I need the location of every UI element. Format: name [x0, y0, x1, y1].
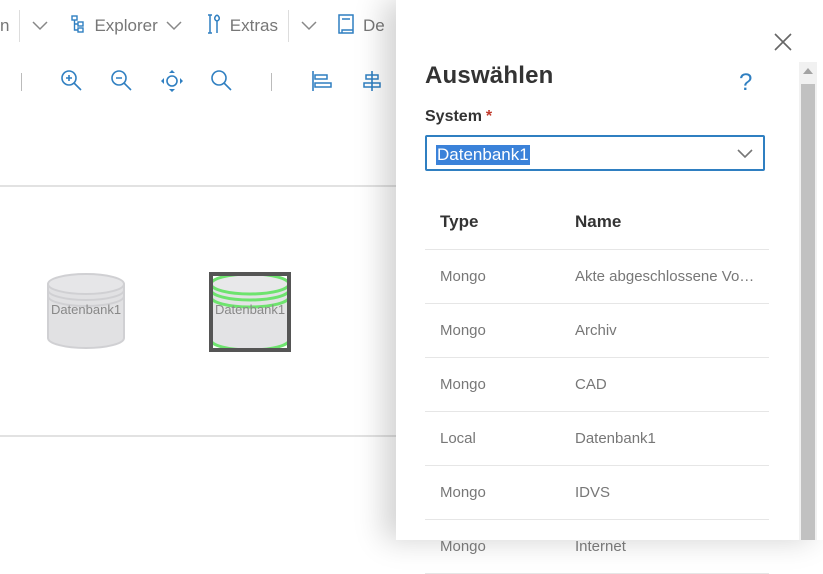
menu-explorer-label: Explorer [94, 16, 158, 35]
cell-type: Mongo [440, 376, 486, 393]
align-center-icon[interactable] [359, 68, 385, 94]
cell-type: Mongo [440, 268, 486, 285]
cell-name: IDVS [575, 484, 611, 501]
table-row[interactable]: Mongo CAD [425, 358, 769, 412]
system-field-label: System * [425, 108, 492, 126]
toolbar-separator [21, 73, 22, 91]
scrollbar-thumb[interactable] [801, 84, 815, 540]
table-header: Type Name [425, 195, 769, 250]
zoom-out-icon[interactable] [109, 68, 135, 94]
cell-type: Mongo [440, 538, 486, 555]
node-label: Datenbank1 [50, 302, 122, 317]
cell-name: Datenbank1 [575, 430, 656, 447]
scroll-up-arrow-icon[interactable] [803, 68, 813, 74]
column-header-name[interactable]: Name [575, 212, 769, 232]
search-icon[interactable] [209, 68, 235, 94]
required-marker: * [485, 108, 493, 125]
database-node-selected[interactable]: Datenbank1 [207, 270, 293, 356]
align-left-icon[interactable] [309, 68, 335, 94]
menu-explorer[interactable]: Explorer [70, 14, 182, 39]
table-row[interactable]: Mongo IDVS [425, 466, 769, 520]
panel-title: Auswählen [425, 62, 554, 89]
menu-item-partial[interactable]: n [0, 16, 9, 36]
cell-name: Akte abgeschlossene Vorgänge [575, 268, 769, 285]
cell-name: Internet [575, 538, 626, 555]
canvas-border-top [0, 185, 430, 187]
toolbar-separator [271, 73, 272, 91]
cell-type: Local [440, 430, 476, 447]
cell-name: CAD [575, 376, 607, 393]
cell-name: Archiv [575, 322, 617, 339]
menu-de-label: De [362, 16, 385, 35]
help-icon[interactable]: ? [739, 69, 752, 97]
zoom-in-icon[interactable] [59, 68, 85, 94]
table-row[interactable]: Mongo Archiv [425, 304, 769, 358]
system-select-value: Datenbank1 [436, 145, 530, 165]
tools-icon [206, 13, 222, 40]
menu-separator [287, 10, 289, 42]
chevron-down-icon [737, 147, 753, 159]
cell-type: Mongo [440, 322, 486, 339]
system-select[interactable]: Datenbank1 [425, 135, 765, 171]
table-row[interactable]: Local Datenbank1 [425, 412, 769, 466]
database-node[interactable]: Datenbank1 [46, 272, 126, 352]
menu-extras[interactable]: Extras [206, 13, 278, 40]
book-icon [337, 13, 355, 40]
menu-de[interactable]: De [337, 13, 385, 40]
node-label: Datenbank1 [214, 302, 286, 317]
table-row[interactable]: Mongo Akte abgeschlossene Vorgänge [425, 250, 769, 304]
canvas-toolbar [0, 60, 430, 104]
tree-icon [70, 14, 86, 39]
column-header-type[interactable]: Type [425, 212, 575, 232]
menubar: n Explorer Extras De [0, 0, 430, 52]
chevron-down-icon [166, 18, 182, 34]
table-row[interactable]: Mongo Internet [425, 520, 769, 574]
menu-extras-label: Extras [229, 16, 278, 35]
panel-scrollbar[interactable] [799, 62, 817, 540]
system-table: Type Name Mongo Akte abgeschlossene Vorg… [425, 195, 769, 574]
chevron-down-icon[interactable] [301, 18, 317, 34]
cell-type: Mongo [440, 484, 486, 501]
menu-separator [19, 10, 21, 42]
fit-view-icon[interactable] [159, 68, 185, 94]
system-label-text: System [425, 108, 482, 125]
close-icon[interactable] [774, 33, 792, 51]
chevron-down-icon[interactable] [32, 18, 48, 34]
canvas-border-bottom [0, 435, 430, 437]
select-system-panel: Auswählen ? System * Datenbank1 Type Name… [396, 0, 823, 574]
